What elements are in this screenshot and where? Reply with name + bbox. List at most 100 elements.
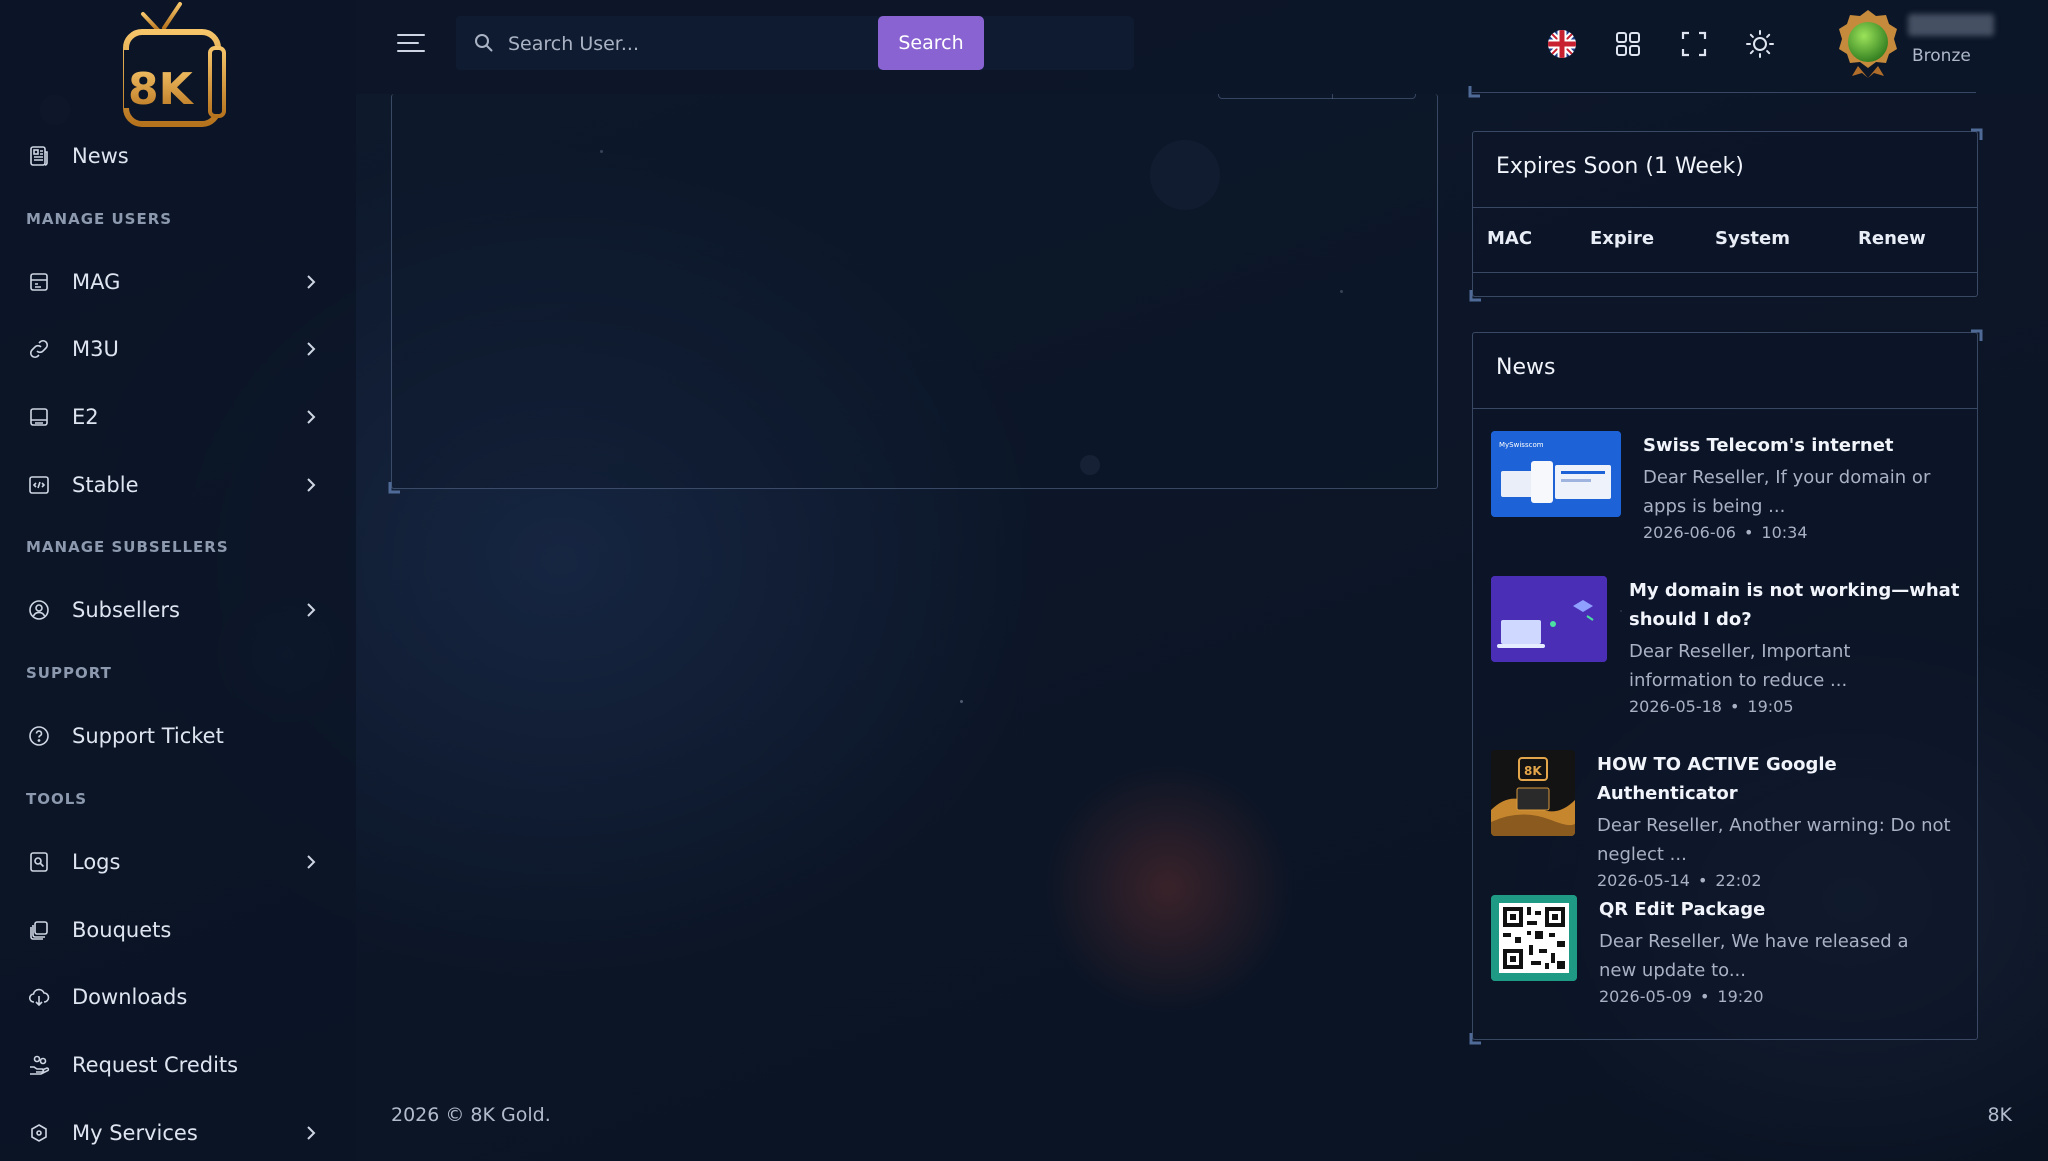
search-bar: Search [456,16,1134,70]
brand-logo[interactable]: 8K [118,0,238,132]
news-thumbnail: 8K [1491,750,1575,836]
svg-text:MySwisscom: MySwisscom [1499,441,1544,449]
code-icon [26,472,52,498]
file-search-icon [26,849,52,875]
button-group-divider [1332,94,1333,99]
news-item[interactable]: 8K HOW TO ACTIVE Google Authenticator De… [1491,750,1961,890]
tv-logo-icon: 8K [123,2,226,127]
news-item-desc: Dear Reseller, Important information to r… [1629,641,1851,691]
sun-theme-icon[interactable] [1744,28,1776,60]
news-item-meta: 2026-05-09 • 19:20 [1599,987,1764,1006]
sidebar-item-label: Downloads [72,985,188,1009]
svg-text:8K: 8K [1524,764,1542,778]
divider [1473,272,1977,273]
news-item-meta: 2026-05-18 • 19:05 [1629,697,1794,716]
sidebar-item-downloads[interactable]: Downloads [26,977,330,1017]
column-header-expire[interactable]: Expire [1590,228,1654,249]
news-item-title: QR Edit Package [1599,899,1766,920]
sidebar-item-request-credits[interactable]: Request Credits [26,1045,330,1085]
sidebar-item-label: Subsellers [72,598,180,622]
footer-copyright: 2026 © 8K Gold. [391,1104,551,1126]
link-icon [26,336,52,362]
section-support: SUPPORT [26,664,112,682]
sidebar-item-label: Request Credits [72,1053,239,1077]
chevron-right-icon [307,855,316,869]
divider [1473,408,1977,409]
news-thumbnail: MySwisscom [1491,431,1621,517]
help-circle-icon [26,723,52,749]
sidebar-item-subsellers[interactable]: Subsellers [26,590,330,630]
search-button[interactable]: Search [878,16,984,70]
section-manage-subsellers: MANAGE SUBSELLERS [26,538,229,556]
news-item-desc: Dear Reseller, We have released a new upd… [1599,931,1909,981]
sidebar-item-e2[interactable]: E2 [26,397,330,437]
column-header-system[interactable]: System [1715,228,1790,249]
sidebar-item-logs[interactable]: Logs [26,842,330,882]
sidebar-item-label: Bouquets [72,918,172,942]
menu-toggle-icon[interactable] [396,30,426,56]
news-item[interactable]: My domain is not working—what should I do… [1491,576,1961,726]
qr-code-thumbnail [1491,895,1577,981]
sidebar-item-label: Stable [72,473,139,497]
sidebar-item-label: News [72,144,129,168]
news-item-meta: 2026-06-06 • 10:34 [1643,523,1808,542]
expires-soon-title: Expires Soon (1 Week) [1496,154,1744,179]
uk-flag-icon[interactable] [1546,28,1578,60]
star [960,700,963,703]
chevron-right-icon [307,410,316,424]
user-circle-icon [26,597,52,623]
news-item-meta: 2026-05-14 • 22:02 [1597,871,1762,890]
news-item-title: My domain is not working—what should I do… [1629,580,1960,630]
news-item[interactable]: MySwisscom Swiss Telecom's internet Dear… [1491,431,1961,549]
search-icon [475,34,493,52]
user-rank: Bronze [1912,46,1971,66]
services-icon [26,1120,52,1146]
footer-brand: 8K [1987,1104,2012,1126]
user-avatar-badge[interactable] [1836,8,1900,78]
sidebar-item-m3u[interactable]: M3U [26,329,330,369]
newspaper-icon [26,143,52,169]
news-title: News [1496,355,1556,380]
coins-hand-icon [26,1052,52,1078]
news-card: News MySwisscom Swiss Telecom's internet… [1469,329,1983,1045]
column-header-mac[interactable]: MAC [1487,228,1532,249]
corner-accent [1971,128,1983,140]
news-item-title: HOW TO ACTIVE Google Authenticator [1597,754,1837,804]
user-name-blurred [1908,14,1994,36]
corner-accent [1971,329,1983,341]
sidebar-item-support-ticket[interactable]: Support Ticket [26,716,330,756]
receiver-icon [26,404,52,430]
news-item[interactable]: QR Edit Package Dear Reseller, We have r… [1491,895,1961,1015]
sidebar-item-bouquets[interactable]: Bouquets [26,910,330,950]
corner-accent [1469,1033,1481,1045]
news-item-desc: Dear Reseller, Another warning: Do not ne… [1597,815,1951,865]
chevron-right-icon [307,275,316,289]
chevron-right-icon [307,478,316,492]
sidebar-item-my-services[interactable]: My Services [26,1113,330,1153]
section-tools: TOOLS [26,790,88,808]
news-item-desc: Dear Reseller, If your domain or apps is … [1643,467,1931,517]
chevron-right-icon [307,342,316,356]
fullscreen-icon[interactable] [1678,28,1710,60]
button-group-edge [1218,94,1416,99]
chevron-right-icon [307,1126,316,1140]
sidebar-item-label: My Services [72,1121,198,1145]
sidebar-item-news[interactable]: News [26,136,330,176]
svg-text:8K: 8K [128,64,195,115]
layers-icon [26,917,52,943]
sidebar-item-label: M3U [72,337,119,361]
sidebar-item-mag[interactable]: MAG [26,262,330,302]
section-manage-users: MANAGE USERS [26,210,173,228]
sidebar-item-stable[interactable]: Stable [26,465,330,505]
search-input[interactable] [506,22,880,66]
sidebar-item-label: Logs [72,850,121,874]
apps-grid-icon[interactable] [1612,28,1644,60]
card-edge [1472,92,1976,93]
expires-soon-card: Expires Soon (1 Week) MAC Expire System … [1469,128,1983,302]
sidebar-item-label: Support Ticket [72,724,224,748]
divider [1473,207,1977,208]
device-icon [26,269,52,295]
column-header-renew[interactable]: Renew [1858,228,1926,249]
chevron-right-icon [307,603,316,617]
news-item-title: Swiss Telecom's internet [1643,435,1894,456]
